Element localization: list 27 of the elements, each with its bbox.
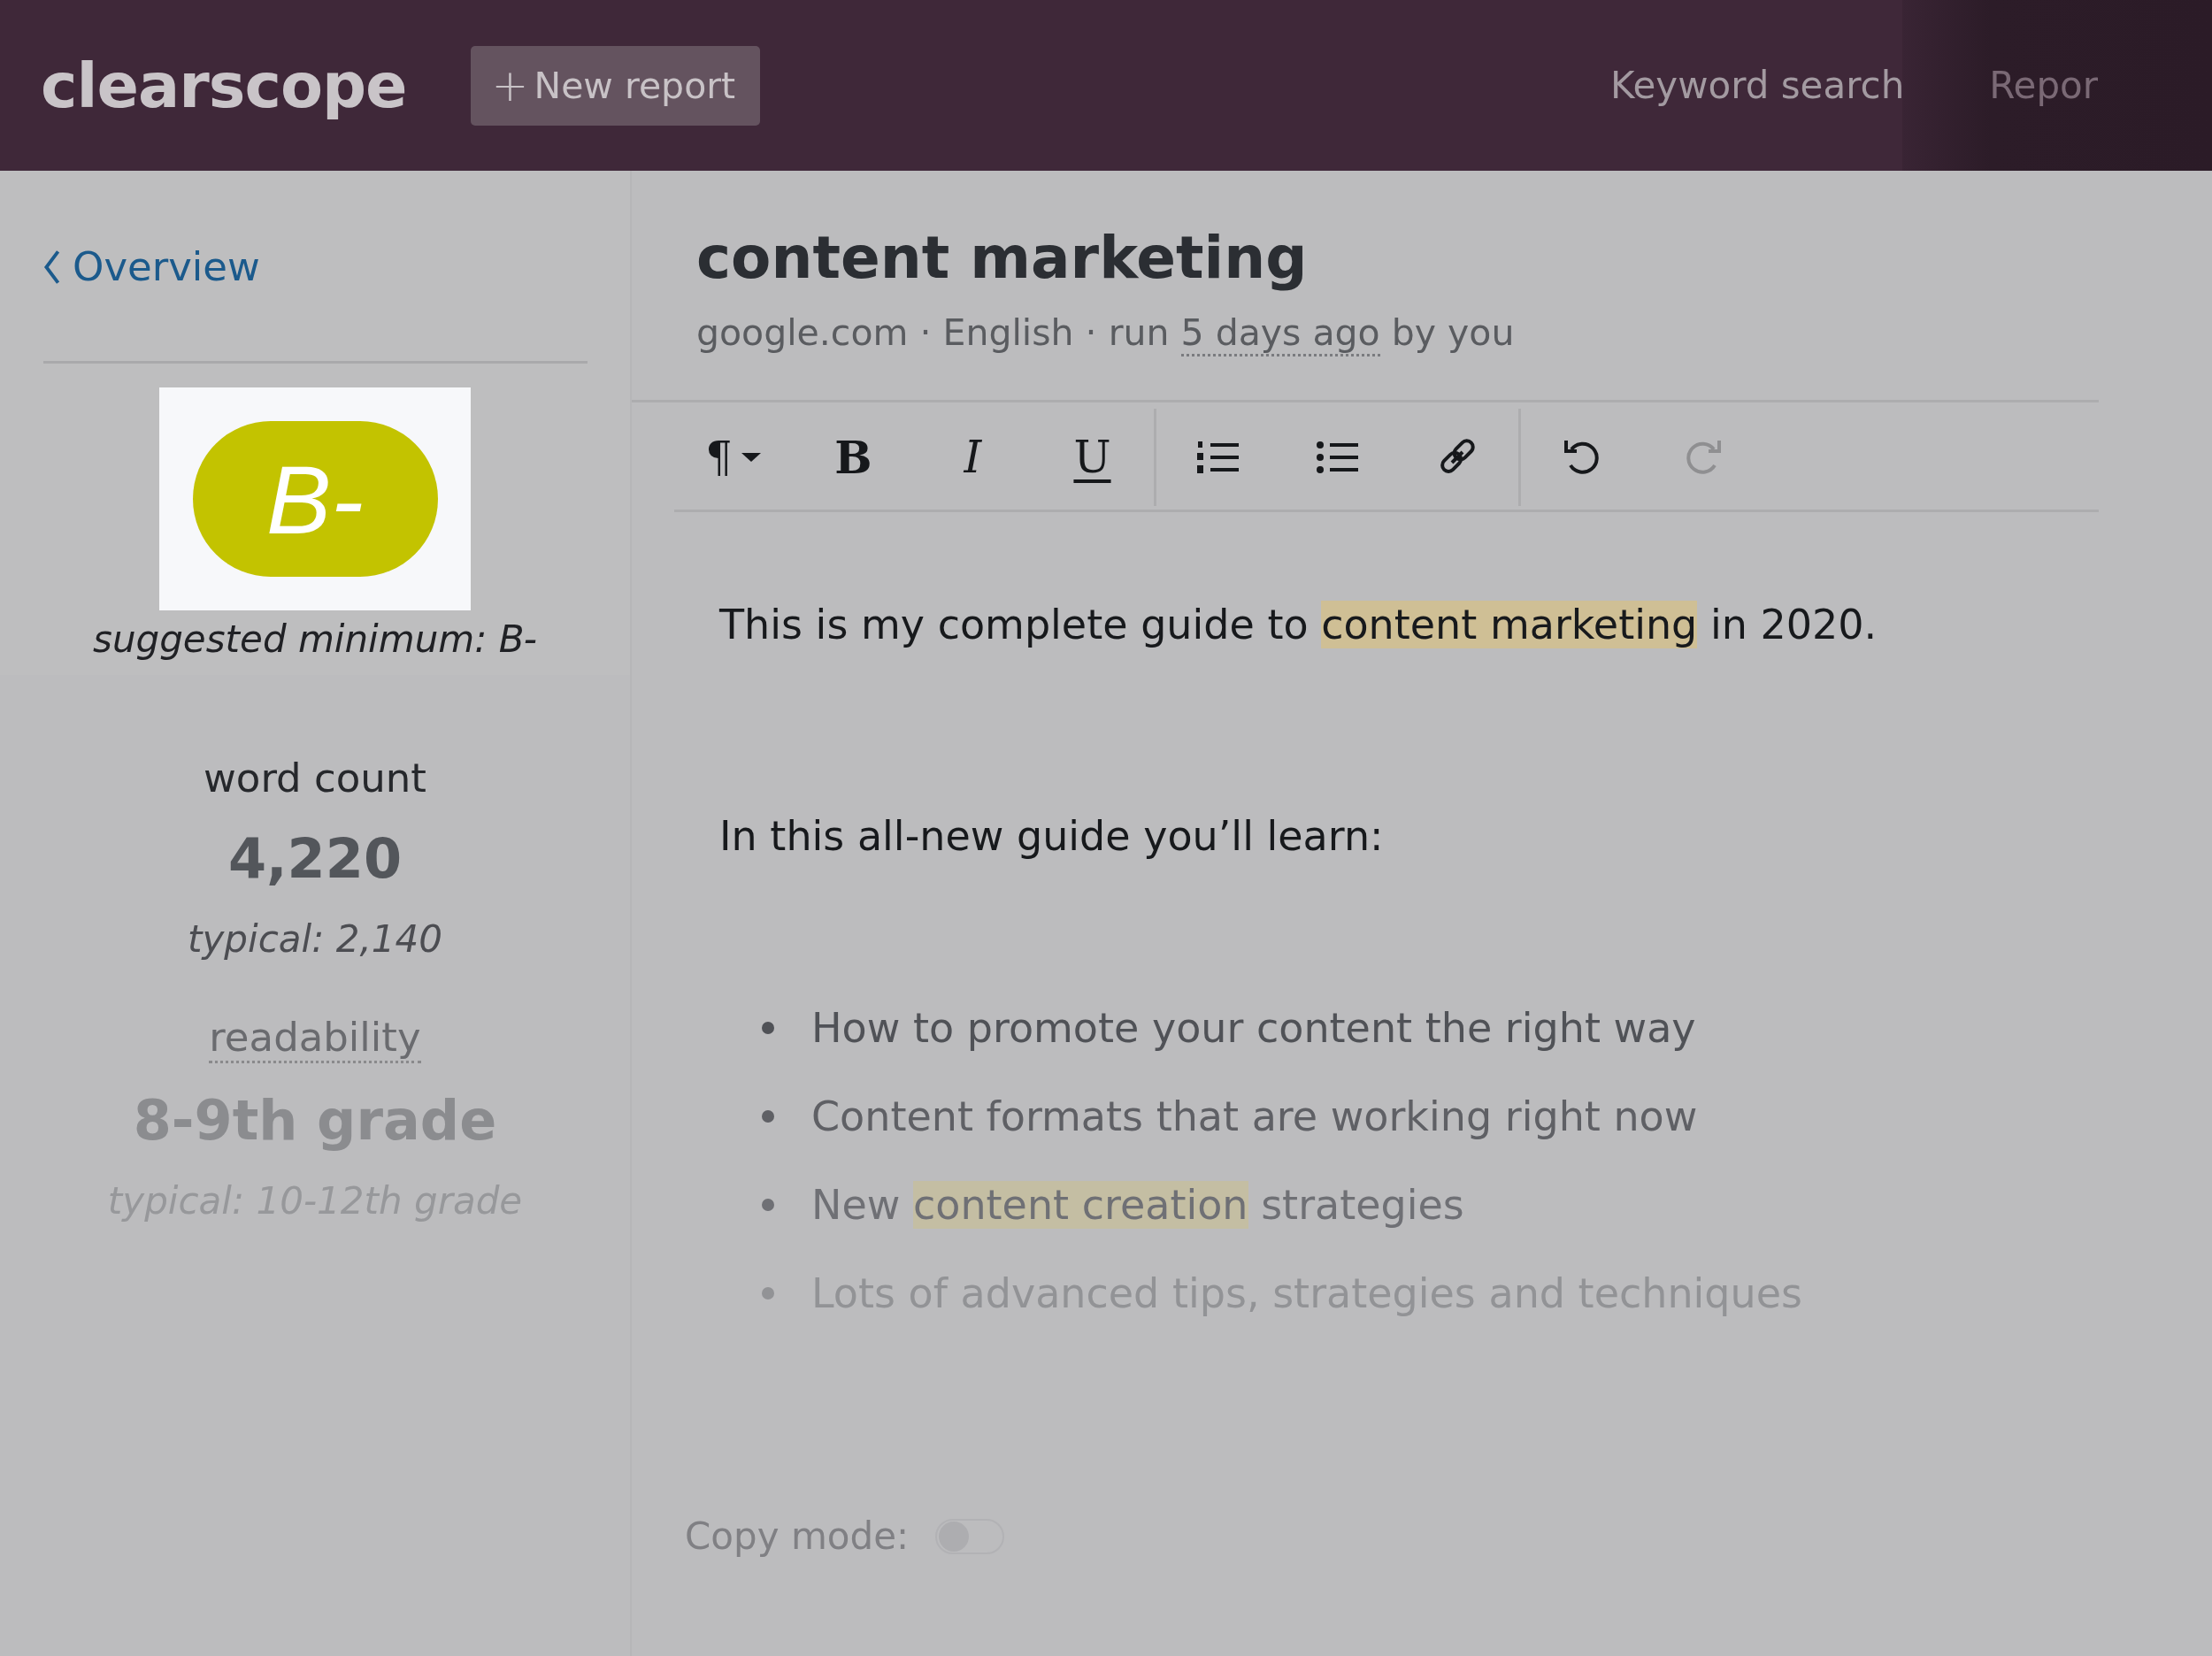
report-title: content marketing — [696, 224, 1309, 292]
new-report-button[interactable]: +New report — [470, 45, 761, 126]
paragraph-style-button[interactable]: ¶ — [674, 422, 794, 493]
stat-label: readability — [209, 1014, 421, 1063]
bullet-dot — [762, 1199, 774, 1211]
grade-caption: suggested minimum: B- — [93, 617, 537, 661]
copy-mode-label: Copy mode: — [685, 1514, 910, 1558]
stat-label: word count — [204, 755, 426, 801]
numbered-list-icon — [1195, 439, 1240, 476]
logo[interactable]: clearscope — [41, 49, 407, 122]
bold-button[interactable]: B — [794, 422, 913, 493]
underline-button[interactable]: U — [1033, 422, 1152, 493]
bullet-item: How to promote your content the right way — [811, 1004, 1696, 1052]
bullet-dot — [762, 1022, 774, 1034]
stat-value: 4,220 — [227, 826, 403, 891]
paragraph: This is my complete guide to content marketing in 2020. — [719, 601, 1878, 648]
paragraph: In this all-new guide you’ll learn: — [719, 812, 1385, 860]
stat-typical: typical: 2,140 — [188, 917, 442, 961]
bullet-list-icon — [1315, 439, 1360, 476]
bullet-dot — [762, 1110, 774, 1123]
bullet-dot — [762, 1287, 774, 1300]
bullet-item: Content formats that are working right now — [811, 1092, 1698, 1140]
nav-link[interactable]: Keyword search — [1610, 64, 1905, 107]
report-meta: google.com · English · run 5 days ago by you — [696, 311, 2212, 354]
grade-badge: B- — [192, 421, 438, 577]
overview-link[interactable]: Overview — [42, 243, 260, 290]
italic-button[interactable]: I — [913, 422, 1033, 493]
